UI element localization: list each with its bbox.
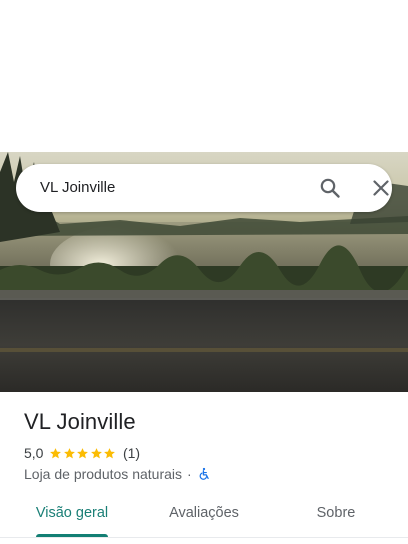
search-bar[interactable]: VL Joinville	[16, 164, 392, 212]
star-icon	[104, 447, 116, 458]
star-icon	[91, 447, 102, 458]
rating-row[interactable]: 5,0 (1)	[24, 444, 140, 462]
place-title: VL Joinville	[24, 409, 136, 434]
rating-value: 5,0	[24, 445, 44, 461]
rating-count[interactable]: (1)	[123, 445, 140, 461]
place-screen: VL Joinville VL Joinville 5,0 (1) Loja d…	[0, 0, 408, 544]
wheelchair-icon	[199, 467, 209, 480]
rating-stars	[49, 447, 117, 460]
tab-reviews[interactable]: Avaliações	[156, 494, 252, 534]
star-icon	[50, 447, 62, 458]
category-row: Loja de produtos naturais ·	[24, 465, 211, 483]
search-input[interactable]: VL Joinville	[40, 164, 115, 212]
active-tab-indicator	[36, 534, 108, 537]
close-icon[interactable]	[369, 176, 393, 200]
star-icon	[77, 447, 89, 458]
separator-dot: ·	[187, 466, 192, 482]
place-category[interactable]: Loja de produtos naturais	[24, 466, 182, 482]
place-tabs: Visão geral Avaliações Sobre	[0, 494, 408, 538]
tab-about[interactable]: Sobre	[288, 494, 384, 534]
search-icon[interactable]	[318, 176, 342, 200]
tab-overview[interactable]: Visão geral	[24, 494, 120, 534]
star-icon	[64, 447, 75, 458]
